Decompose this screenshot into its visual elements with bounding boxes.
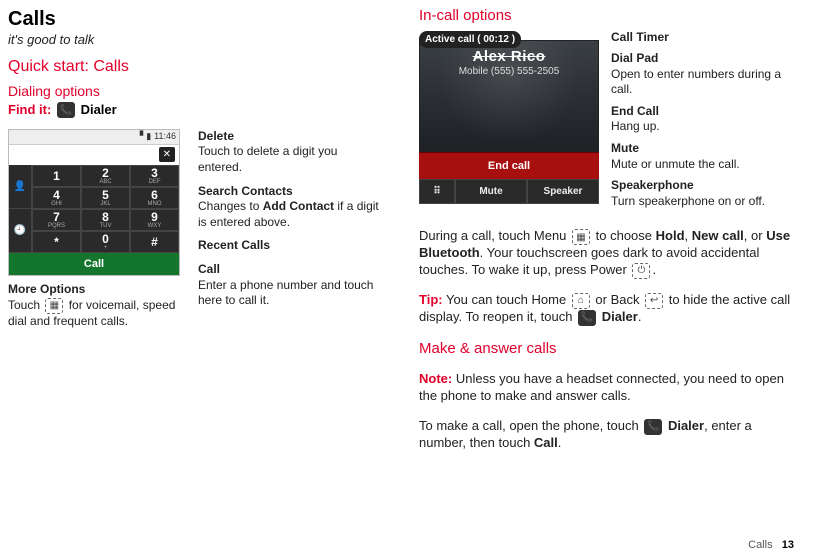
clock-text: 11:46 bbox=[154, 131, 176, 143]
quick-start-heading: Quick start: Calls bbox=[8, 57, 383, 78]
incall-options-heading: In-call options bbox=[419, 6, 794, 26]
tip-paragraph: Tip: You can touch Home ⌂ or Back ↩ to h… bbox=[419, 292, 794, 326]
dialpad-button[interactable]: ⠿ bbox=[419, 179, 455, 204]
battery-icon: ▮ bbox=[146, 131, 151, 143]
key-8[interactable]: 8TUV bbox=[81, 209, 130, 231]
key-hash[interactable]: # bbox=[130, 231, 179, 253]
dialing-options-heading: Dialing options bbox=[8, 82, 383, 100]
callout-call: Call Enter a phone number and touch here… bbox=[198, 262, 383, 309]
callout-delete: Delete Touch to delete a digit you enter… bbox=[198, 129, 383, 176]
find-it-line: Find it: 📞 Dialer bbox=[8, 102, 383, 119]
end-call-button[interactable]: End call bbox=[419, 152, 599, 179]
contacts-tab-icon[interactable]: 👤 bbox=[9, 165, 31, 209]
phone-icon: 📞 bbox=[644, 419, 662, 435]
callout-recent-calls: Recent Calls bbox=[198, 238, 383, 254]
status-bar: ▝ ▮ 11:46 bbox=[9, 130, 179, 145]
page-title: Calls bbox=[8, 6, 383, 32]
key-9[interactable]: 9WXY bbox=[130, 209, 179, 231]
page-subtitle: it's good to talk bbox=[8, 32, 383, 49]
during-call-paragraph: During a call, touch Menu ▦ to choose Ho… bbox=[419, 228, 794, 279]
delete-icon[interactable]: ✕ bbox=[159, 147, 175, 162]
key-0[interactable]: 0+ bbox=[81, 231, 130, 253]
callout-search-contacts: Search Contacts Changes to Add Contact i… bbox=[198, 184, 383, 231]
dialer-mock: ▝ ▮ 11:46 ✕ 👤 🕘 bbox=[8, 129, 180, 276]
back-icon: ↩ bbox=[645, 293, 663, 309]
callout-call-timer: Call Timer bbox=[611, 30, 794, 46]
key-6[interactable]: 6MNO bbox=[130, 187, 179, 209]
more-options-title: More Options bbox=[8, 282, 188, 298]
home-icon: ⌂ bbox=[572, 293, 590, 309]
caller-photo: Alex Rico Mobile (555) 555-2505 bbox=[419, 40, 599, 152]
signal-icon: ▝ bbox=[136, 131, 143, 143]
power-icon: ⏻ bbox=[632, 263, 650, 279]
callout-end-call: End CallHang up. bbox=[611, 104, 794, 135]
find-it-value: Dialer bbox=[81, 102, 117, 117]
phone-icon: 📞 bbox=[57, 102, 75, 118]
more-options-desc-a: Touch bbox=[8, 298, 43, 312]
recent-tab-icon[interactable]: 🕘 bbox=[9, 209, 31, 253]
key-1[interactable]: 1 bbox=[32, 165, 81, 187]
callout-dial-pad: Dial PadOpen to enter numbers during a c… bbox=[611, 51, 794, 98]
more-options-callout: More Options Touch ▦ for voicemail, spee… bbox=[8, 282, 188, 329]
page-footer: Calls 13 bbox=[748, 538, 794, 552]
note-paragraph: Note: Unless you have a headset connecte… bbox=[419, 371, 794, 405]
phone-icon: 📞 bbox=[578, 310, 596, 326]
mute-button[interactable]: Mute bbox=[455, 179, 527, 204]
incall-mock: Active call ( 00:12 ) Alex Rico Mobile (… bbox=[419, 30, 599, 204]
make-call-paragraph: To make a call, open the phone, touch 📞 … bbox=[419, 418, 794, 452]
call-timer-pill: Active call ( 00:12 ) bbox=[419, 31, 521, 48]
key-3[interactable]: 3DEF bbox=[130, 165, 179, 187]
menu-icon: ▦ bbox=[45, 298, 63, 314]
caller-number: Mobile (555) 555-2505 bbox=[420, 65, 598, 78]
key-star[interactable]: * bbox=[32, 231, 81, 253]
speaker-button[interactable]: Speaker bbox=[527, 179, 599, 204]
caller-name: Alex Rico bbox=[420, 47, 598, 67]
key-5[interactable]: 5JKL bbox=[81, 187, 130, 209]
keypad[interactable]: 1 2ABC 3DEF 4GHI 5JKL 6MNO 7PQRS 8TUV 9W… bbox=[32, 165, 179, 253]
menu-icon: ▦ bbox=[572, 229, 590, 245]
key-2[interactable]: 2ABC bbox=[81, 165, 130, 187]
key-7[interactable]: 7PQRS bbox=[32, 209, 81, 231]
call-button[interactable]: Call bbox=[9, 253, 179, 275]
callout-mute: MuteMute or unmute the call. bbox=[611, 141, 794, 172]
number-field[interactable]: ✕ bbox=[9, 145, 179, 165]
callout-speakerphone: SpeakerphoneTurn speakerphone on or off. bbox=[611, 178, 794, 209]
make-answer-heading: Make & answer calls bbox=[419, 339, 794, 359]
find-it-label: Find it: bbox=[8, 102, 51, 117]
key-4[interactable]: 4GHI bbox=[32, 187, 81, 209]
